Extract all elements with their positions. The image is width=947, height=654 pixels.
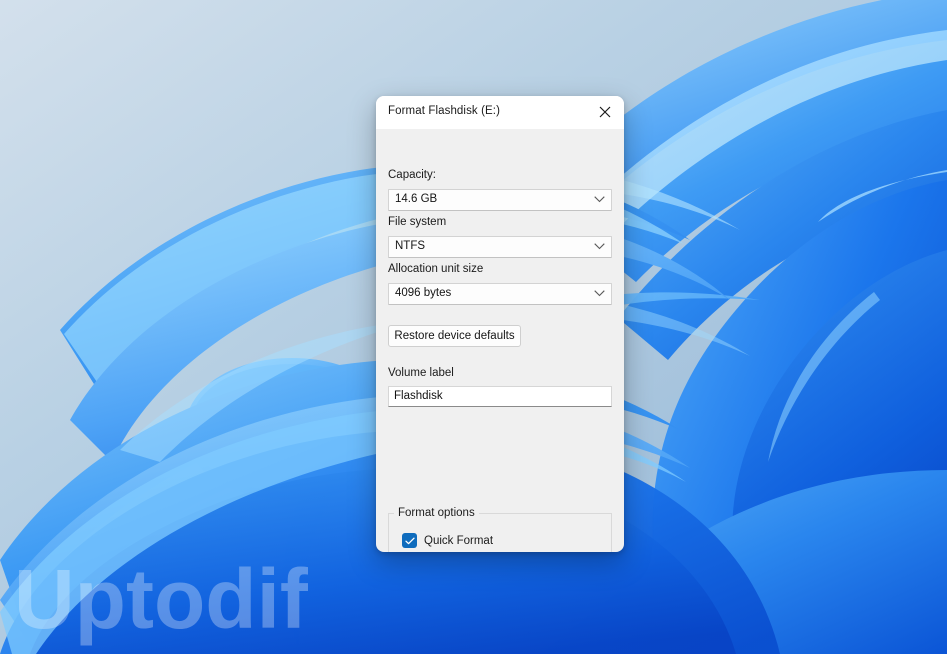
chevron-down-icon [594, 290, 605, 297]
allocation-unit-size-label: Allocation unit size [388, 263, 484, 275]
restore-device-defaults-button[interactable]: Restore device defaults [388, 325, 521, 347]
capacity-value: 14.6 GB [395, 193, 438, 205]
capacity-label: Capacity: [388, 169, 436, 181]
chevron-down-icon [594, 196, 605, 203]
file-system-value: NTFS [395, 240, 426, 252]
desktop-screen: Uptodify Format Flashdisk (E:) Capacity:… [0, 0, 947, 654]
close-icon [599, 106, 611, 118]
dialog-title: Format Flashdisk (E:) [388, 105, 501, 117]
file-system-select[interactable]: NTFS [388, 236, 612, 258]
quick-format-checkbox[interactable] [402, 533, 417, 548]
close-button[interactable] [586, 96, 624, 128]
dialog-titlebar: Format Flashdisk (E:) [376, 96, 624, 129]
chevron-down-icon [594, 243, 605, 250]
volume-label-input[interactable]: Flashdisk [388, 386, 612, 407]
format-options-legend: Format options [394, 507, 479, 519]
file-system-label: File system [388, 216, 447, 228]
capacity-select[interactable]: 14.6 GB [388, 189, 612, 211]
volume-label-value: Flashdisk [394, 390, 443, 402]
volume-label-label: Volume label [388, 367, 454, 379]
check-icon [404, 537, 415, 544]
quick-format-label: Quick Format [424, 534, 494, 547]
allocation-unit-size-value: 4096 bytes [395, 287, 452, 299]
quick-format-checkbox-row[interactable]: Quick Format [402, 533, 493, 548]
format-dialog: Format Flashdisk (E:) Capacity: 14.6 GB … [376, 96, 624, 552]
allocation-unit-size-select[interactable]: 4096 bytes [388, 283, 612, 305]
